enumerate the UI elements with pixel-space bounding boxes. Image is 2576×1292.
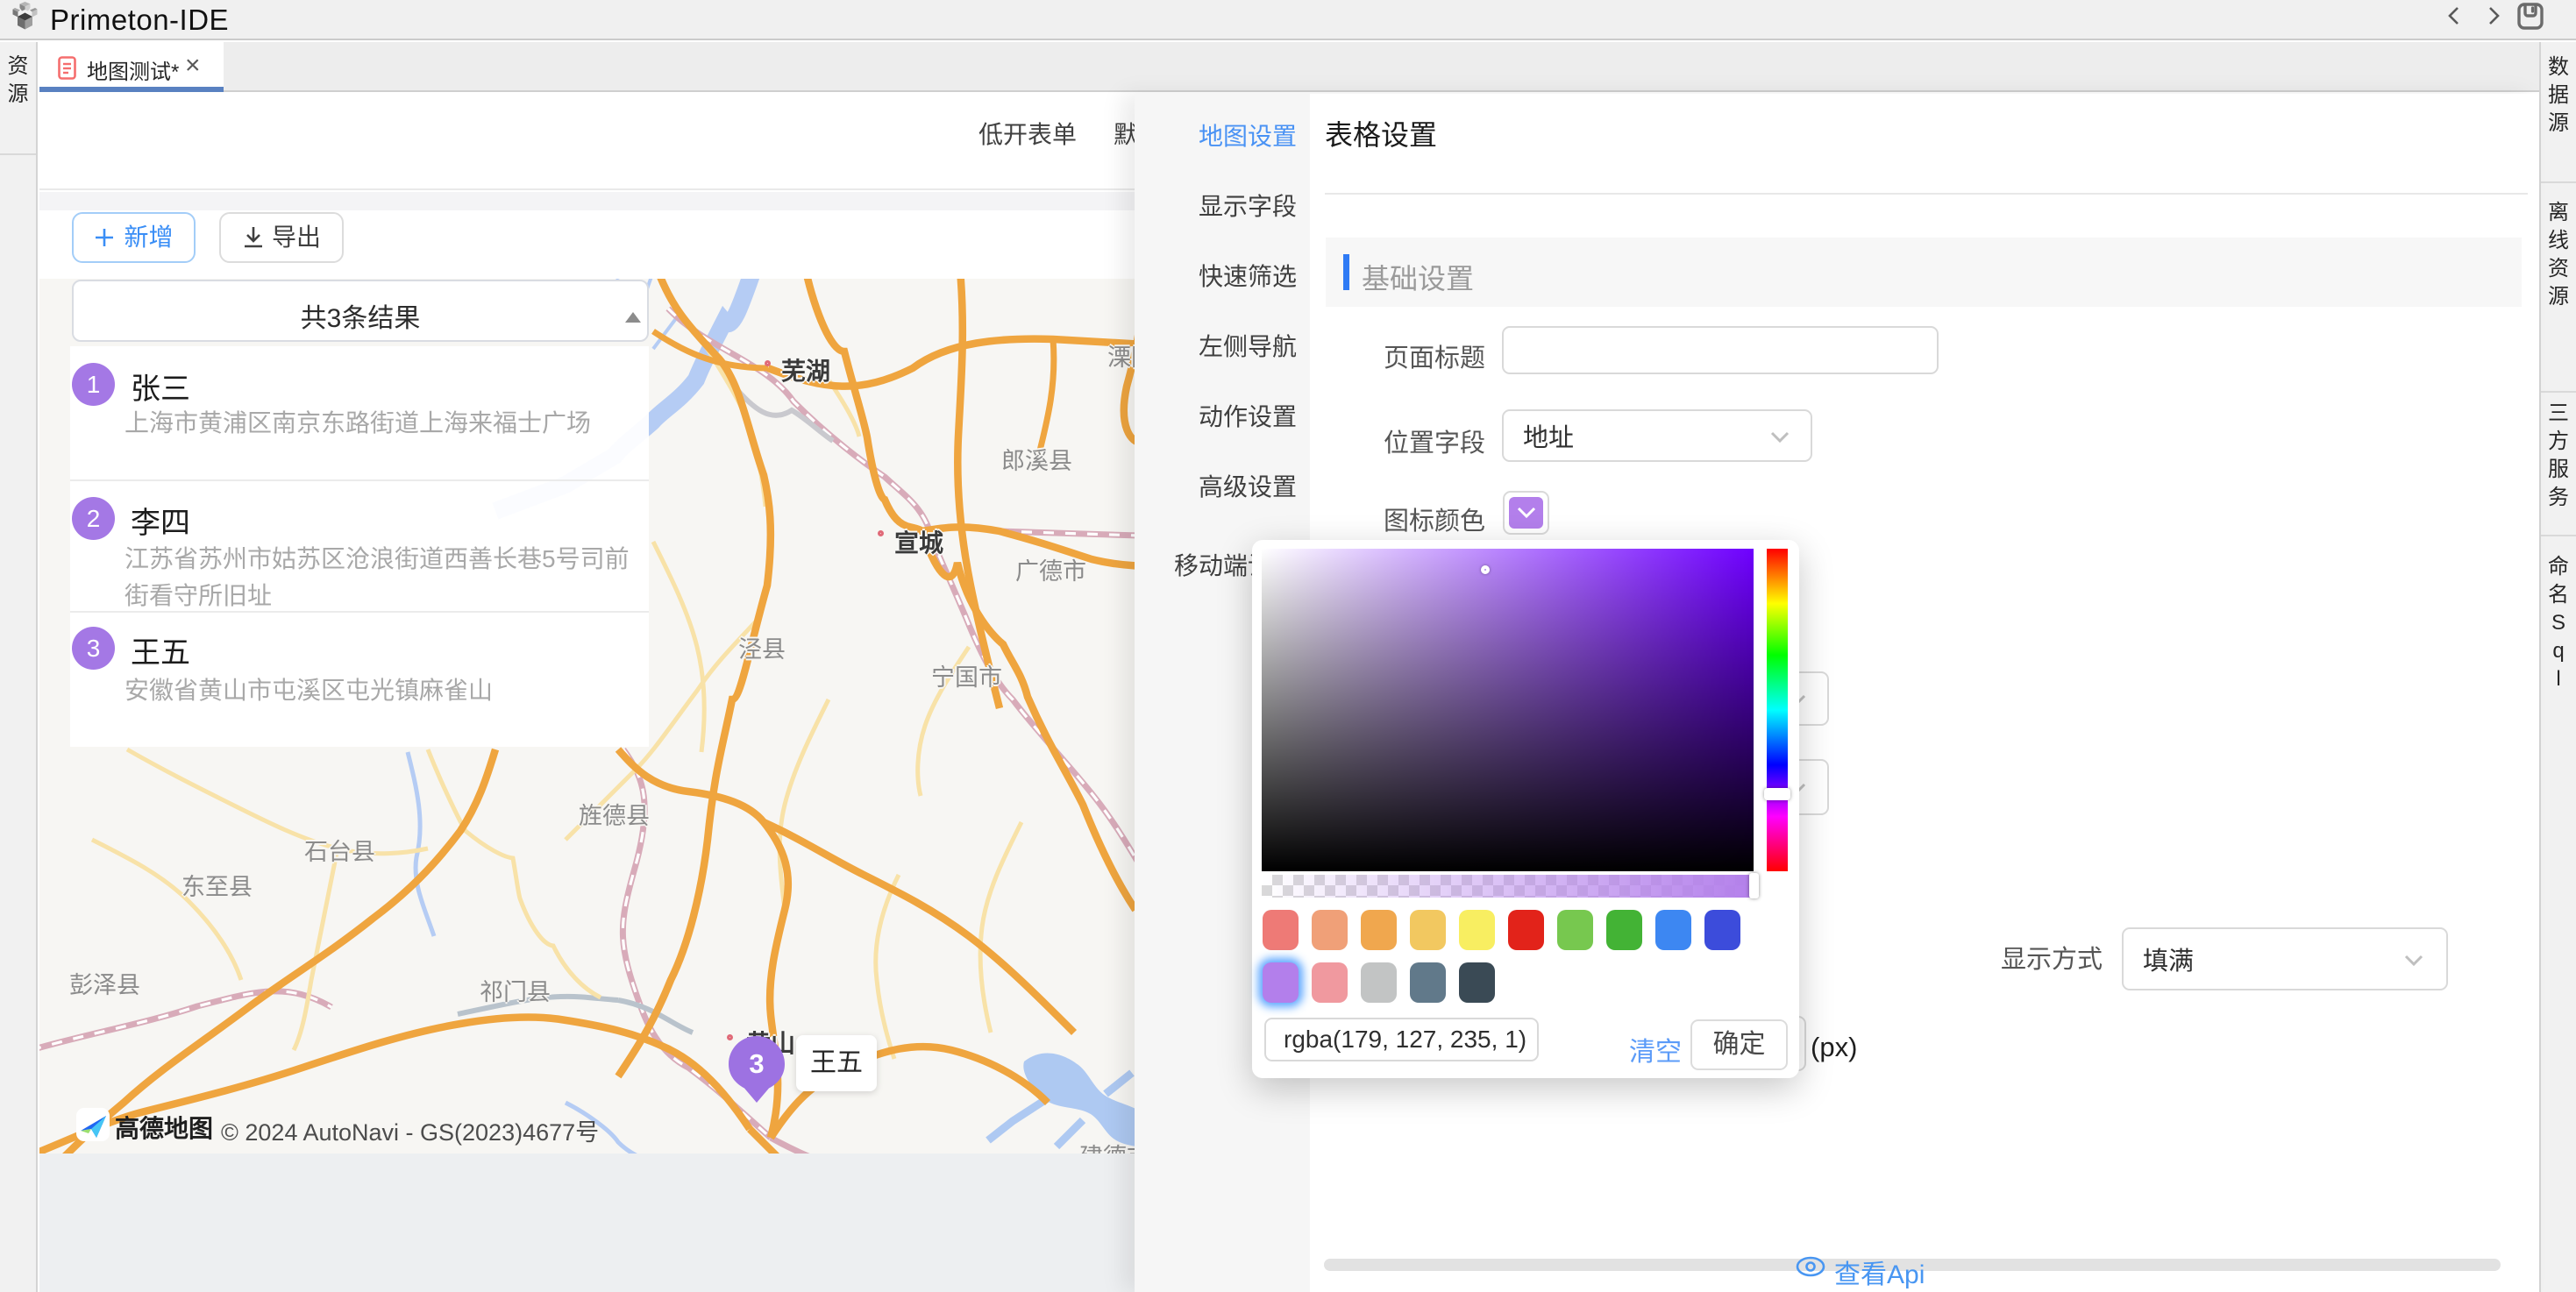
svg-text:3: 3 bbox=[749, 1048, 764, 1079]
